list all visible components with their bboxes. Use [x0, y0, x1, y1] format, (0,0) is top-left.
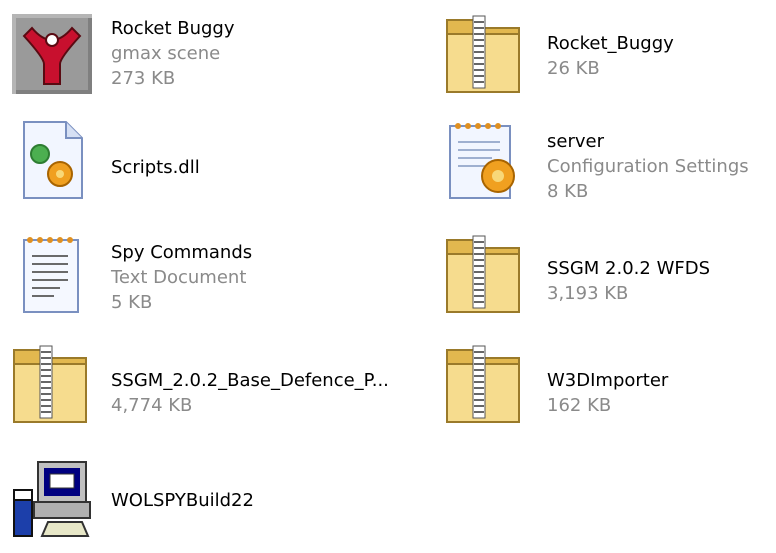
file-type: gmax scene [111, 43, 221, 64]
dll-file-icon [10, 118, 94, 202]
file-item-ssgm-wfds[interactable]: SSGM 2.0.2 WFDS 3,193 KB [436, 226, 756, 336]
file-type: Text Document [111, 267, 247, 288]
file-size: 273 KB [111, 68, 176, 89]
file-name: W3DImporter [547, 370, 669, 391]
file-size: 5 KB [111, 292, 153, 313]
file-item-server[interactable]: server Configuration Settings 8 KB [436, 112, 766, 220]
file-size: 162 KB [547, 395, 612, 416]
file-size: 4,774 KB [111, 395, 193, 416]
file-item-spy-commands[interactable]: Spy Commands Text Document 5 KB [0, 226, 300, 336]
file-size: 8 KB [547, 181, 589, 202]
file-size: 3,193 KB [547, 283, 629, 304]
compressed-folder-icon [441, 232, 525, 316]
compressed-folder-icon [441, 342, 525, 426]
text-document-icon [10, 232, 94, 316]
file-item-rocket-buggy-zip[interactable]: Rocket_Buggy 26 KB [436, 0, 756, 110]
file-name: Scripts.dll [111, 157, 200, 178]
file-name: SSGM 2.0.2 WFDS [547, 258, 711, 279]
compressed-folder-icon [8, 342, 92, 426]
file-item-w3dimporter[interactable]: W3DImporter 162 KB [436, 340, 756, 440]
setup-program-icon [8, 456, 92, 540]
file-name: SSGM_2.0.2_Base_Defence_P... [111, 370, 389, 391]
file-item-wolspybuild22[interactable]: WOLSPYBuild22 [0, 450, 300, 550]
file-name: Rocket_Buggy [547, 33, 674, 54]
file-item-rocket-buggy-gmax[interactable]: Rocket Buggy gmax scene 273 KB [0, 0, 300, 110]
gmax-scene-icon [10, 12, 94, 96]
config-settings-icon [442, 118, 526, 202]
file-name: Rocket Buggy [111, 18, 235, 39]
file-item-scripts-dll[interactable]: Scripts.dll [0, 112, 300, 220]
file-item-ssgm-base-defence[interactable]: SSGM_2.0.2_Base_Defence_P... 4,774 KB [0, 340, 430, 440]
file-type: Configuration Settings [547, 156, 749, 177]
file-name: server [547, 131, 604, 152]
file-name: Spy Commands [111, 242, 253, 263]
file-name: WOLSPYBuild22 [111, 490, 254, 511]
compressed-folder-icon [441, 12, 525, 96]
file-size: 26 KB [547, 58, 600, 79]
